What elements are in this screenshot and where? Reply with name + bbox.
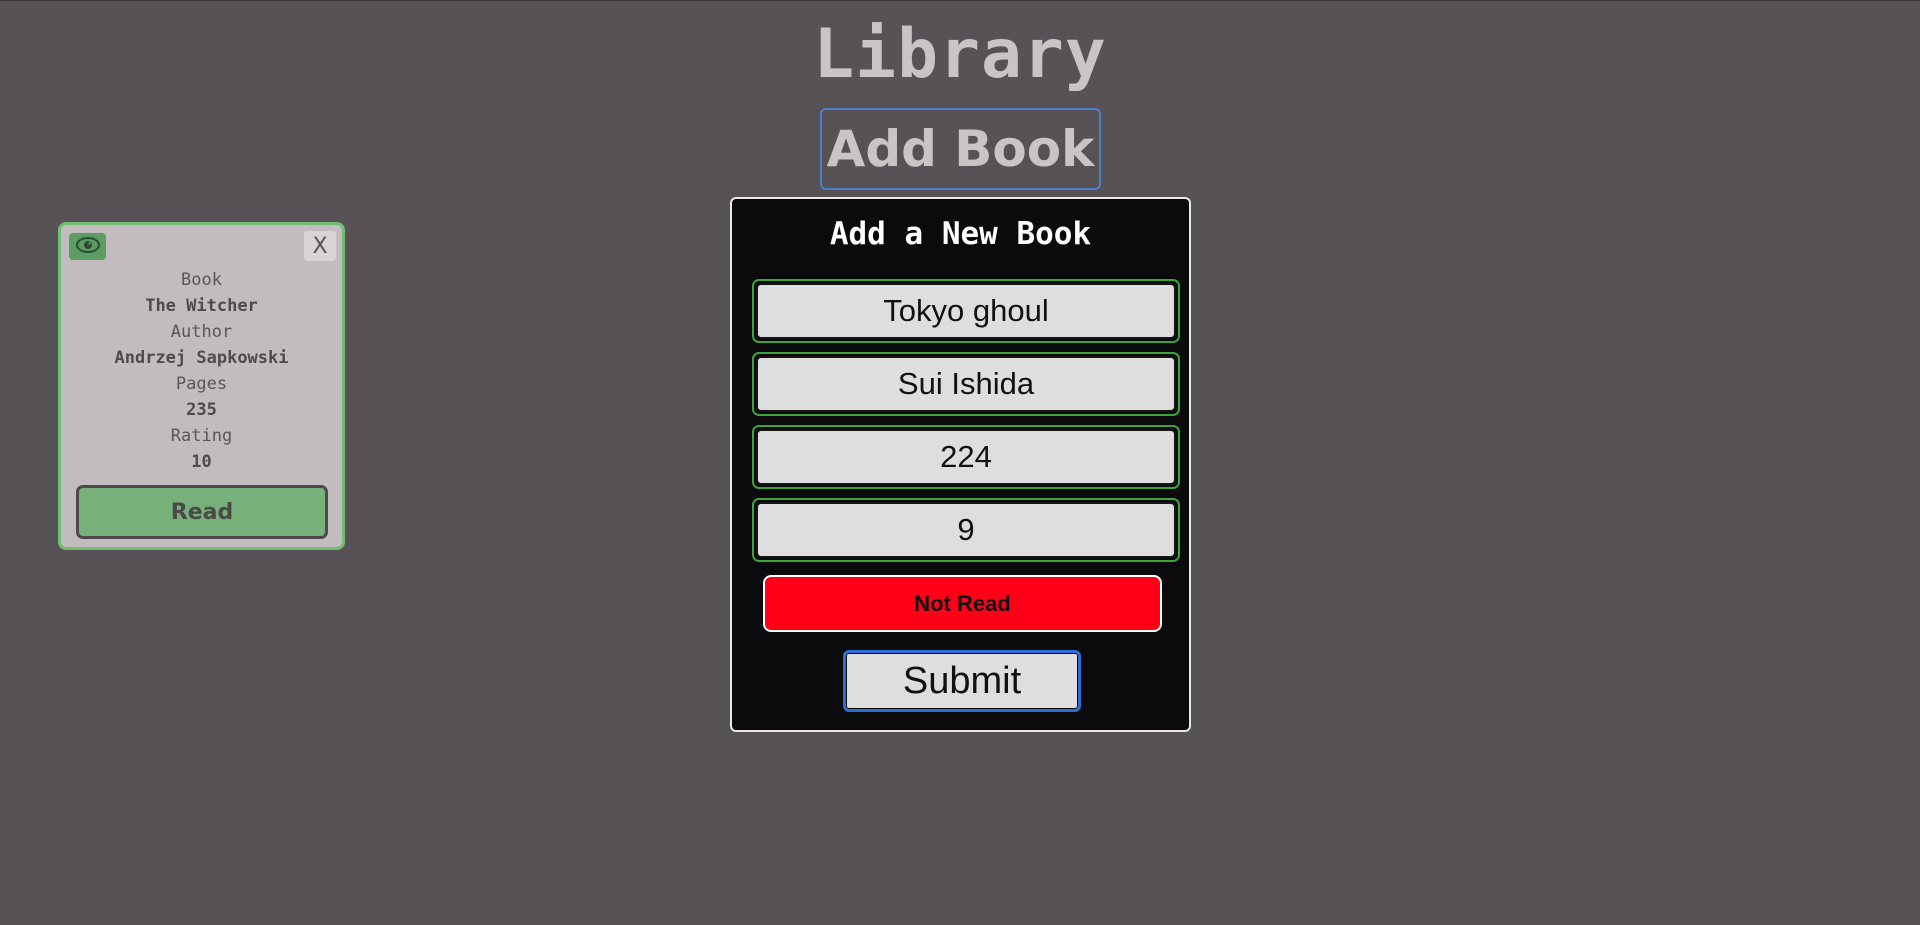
read-status-button[interactable]: Read <box>76 485 328 539</box>
pages-label: Pages <box>175 374 228 394</box>
add-book-button[interactable]: Add Book <box>820 108 1101 190</box>
author-field-wrapper <box>752 352 1180 416</box>
page-title: Library <box>813 15 1107 94</box>
add-book-modal: Add a New Book Not Read Submit <box>730 197 1191 732</box>
rating-input[interactable] <box>756 502 1176 558</box>
eye-icon <box>75 236 101 257</box>
author-label: Author <box>170 322 233 342</box>
book-details: Book The Witcher Author Andrzej Sapkowsk… <box>61 267 342 475</box>
title-input[interactable] <box>756 283 1176 339</box>
toggle-visibility-button[interactable] <box>69 233 106 260</box>
modal-title: Add a New Book <box>829 216 1092 252</box>
book-author: Andrzej Sapkowski <box>114 348 289 368</box>
book-title: The Witcher <box>145 296 258 316</box>
pages-input[interactable] <box>756 429 1176 485</box>
book-rating: 10 <box>191 452 212 472</box>
submit-button[interactable]: Submit <box>843 650 1081 712</box>
read-toggle-button[interactable]: Not Read <box>763 575 1162 632</box>
book-pages: 235 <box>186 400 217 420</box>
title-field-wrapper <box>752 279 1180 343</box>
pages-field-wrapper <box>752 425 1180 489</box>
rating-label: Rating <box>170 426 233 446</box>
book-label: Book <box>181 270 222 290</box>
rating-field-wrapper <box>752 498 1180 562</box>
remove-book-button[interactable]: X <box>304 231 336 261</box>
book-card: X Book The Witcher Author Andrzej Sapkow… <box>58 222 345 550</box>
author-input[interactable] <box>756 356 1176 412</box>
